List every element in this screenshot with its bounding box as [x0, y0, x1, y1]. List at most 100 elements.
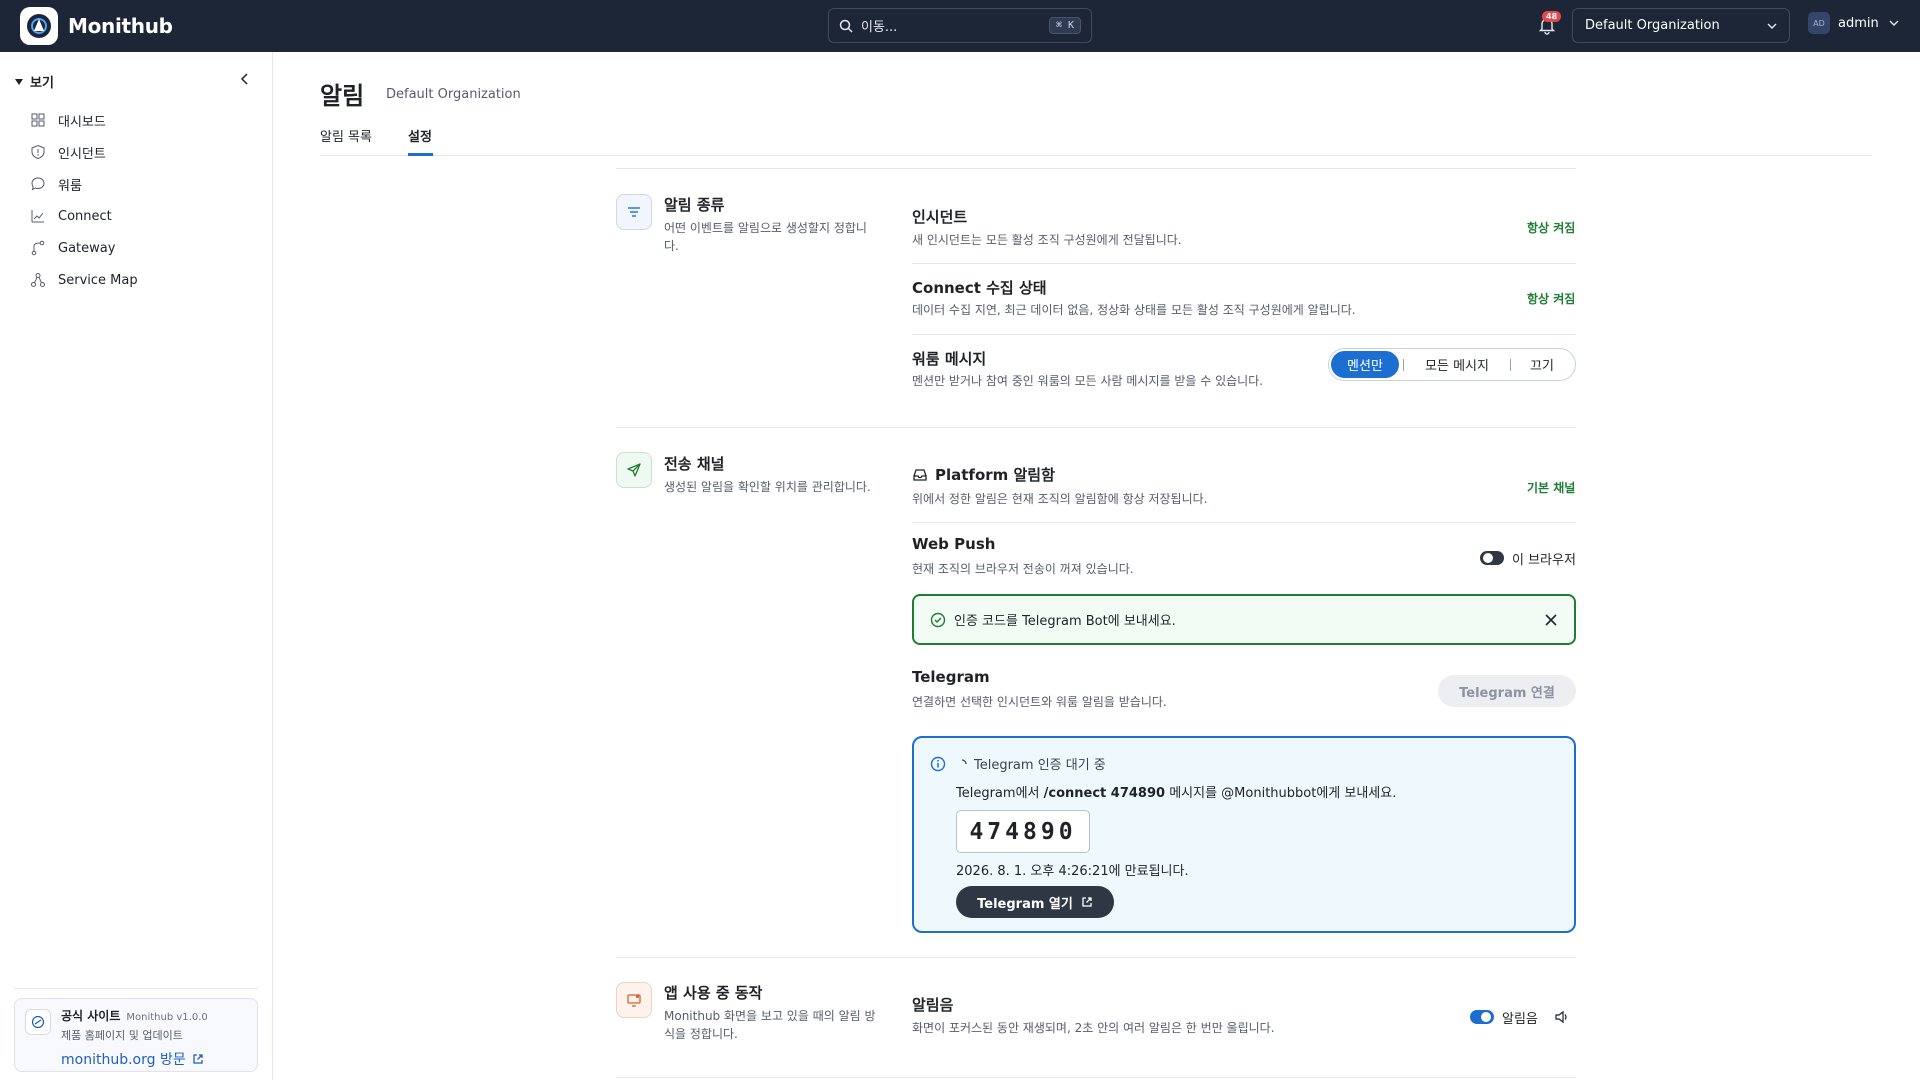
site-icon	[25, 1009, 51, 1035]
warroom-row-title: 워룸 메시지	[912, 350, 987, 368]
pending-instruction: Telegram에서 /connect 474890 메시지를 @Monithu…	[956, 786, 1397, 801]
user-menu[interactable]: AD admin	[1808, 12, 1899, 34]
incident-row-title: 인시던트	[912, 208, 968, 226]
telegram-connect-button[interactable]: Telegram 연결	[1438, 675, 1576, 707]
filter-icon	[616, 194, 652, 230]
tab-alert-list[interactable]: 알림 목록	[320, 126, 372, 145]
sidebar-item-label: Gateway	[58, 240, 116, 256]
connect-row-desc: 데이터 수집 지연, 최근 데이터 없음, 정상화 상태를 모든 활성 조직 구…	[912, 303, 1356, 317]
divider	[14, 988, 258, 989]
sidebar-item-connect[interactable]: Connect	[30, 200, 138, 232]
caret-down-icon	[15, 78, 23, 85]
search-icon	[839, 19, 853, 33]
sound-toggle[interactable]	[1470, 1010, 1494, 1024]
official-site-card[interactable]: 공식 사이트 Monithub v1.0.0 제품 홈페이지 및 업데이트 mon…	[14, 998, 258, 1072]
warroom-mode-selector: 멘션만 모든 메시지 끄기	[1328, 348, 1576, 381]
sidebar-item-warroom[interactable]: 워룸	[30, 168, 138, 200]
footer-title: 공식 사이트	[61, 1009, 121, 1023]
sound-row-desc: 화면이 포커스된 동안 재생되며, 2초 안의 여러 알림은 한 번만 울립니다…	[912, 1021, 1275, 1035]
chevron-down-icon	[1767, 23, 1777, 29]
divider	[616, 957, 1576, 958]
open-telegram-button[interactable]: Telegram 열기	[956, 886, 1114, 918]
page-title: 알림	[320, 82, 365, 110]
footer-version: Monithub v1.0.0	[126, 1012, 208, 1023]
sidebar-item-label: Service Map	[58, 272, 138, 288]
monitor-bell-icon	[616, 982, 652, 1018]
sidebar-item-gateway[interactable]: Gateway	[30, 232, 138, 264]
spinner-icon	[961, 758, 967, 764]
open-telegram-label: Telegram 열기	[977, 896, 1073, 912]
inbox-status: 기본 채널	[1527, 481, 1576, 495]
page-subtitle: Default Organization	[386, 87, 521, 102]
tab-settings[interactable]: 설정	[408, 126, 432, 145]
webpush-toggle[interactable]	[1480, 551, 1504, 565]
connect-row-title: Connect 수집 상태	[912, 279, 1047, 297]
option-off[interactable]: 끄기	[1511, 351, 1573, 378]
app-name: Monithub	[68, 14, 173, 38]
chat-icon	[31, 177, 45, 191]
search-shortcut: ⌘ K	[1048, 17, 1081, 34]
incident-row-desc: 새 인시던트는 모든 활성 조직 구성원에게 전달됩니다.	[912, 233, 1182, 247]
connect-command: /connect 474890	[1043, 786, 1166, 801]
send-icon	[616, 452, 652, 488]
sidebar-item-label: Connect	[58, 208, 112, 224]
service-map-icon	[31, 273, 45, 287]
telegram-pending-box: Telegram 인증 대기 중 Telegram에서 /connect 474…	[912, 736, 1576, 933]
tab-bar: 알림 목록 설정	[320, 124, 1872, 156]
search-placeholder: 이동...	[861, 20, 898, 35]
sidebar-item-label: 대시보드	[58, 114, 106, 130]
sidebar-item-service-map[interactable]: Service Map	[30, 264, 138, 296]
sidebar-item-label: 워룸	[58, 178, 82, 194]
section-title-in-app: 앱 사용 중 동작	[664, 984, 763, 1002]
search-input[interactable]: 이동... ⌘ K	[828, 8, 1092, 43]
close-icon[interactable]	[1544, 613, 1558, 627]
sidebar-nav: 대시보드 인시던트 워룸 Connect Gateway Service Map	[30, 104, 138, 296]
option-all-messages[interactable]: 모든 메시지	[1404, 351, 1510, 378]
section-desc-in-app: Monithub 화면을 보고 있을 때의 알림 방식을 정합니다.	[664, 1009, 876, 1041]
sound-row-title: 알림음	[912, 996, 954, 1014]
telegram-row-title: Telegram	[912, 668, 990, 686]
incident-icon	[31, 144, 45, 160]
webpush-row-desc: 현재 조직의 브라우저 전송이 꺼져 있습니다.	[912, 562, 1134, 576]
gateway-icon	[31, 240, 45, 256]
webpush-toggle-label: 이 브라우저	[1512, 553, 1576, 568]
avatar: AD	[1808, 12, 1830, 34]
connect-icon	[31, 210, 44, 223]
visit-site-link[interactable]: monithub.org 방문	[61, 1049, 247, 1069]
footer-subtitle: 제품 홈페이지 및 업데이트	[61, 1029, 183, 1042]
speaker-icon[interactable]	[1554, 1010, 1570, 1024]
check-circle-icon	[930, 612, 946, 627]
divider	[912, 522, 1576, 523]
visit-site-label: monithub.org 방문	[61, 1052, 186, 1068]
sidebar-item-incidents[interactable]: 인시던트	[30, 136, 138, 168]
sidebar-section-header[interactable]: 보기	[14, 72, 54, 91]
verification-code[interactable]: 474890	[956, 810, 1090, 853]
divider	[912, 334, 1576, 335]
inbox-row-title: Platform 알림함	[935, 466, 1055, 484]
section-title-channels: 전송 채널	[664, 455, 725, 473]
sidebar: 보기 대시보드 인시던트 워룸 Connect Gateway Service …	[0, 52, 273, 1080]
section-desc-channels: 생성된 알림을 확인할 위치를 관리합니다.	[664, 480, 871, 494]
telegram-row-desc: 연결하면 선택한 인시던트와 워룸 알림을 받습니다.	[912, 695, 1167, 709]
success-alert-text: 인증 코드를 Telegram Bot에 보내세요.	[954, 614, 1176, 629]
code-expiry: 2026. 8. 1. 오후 4:26:21에 만료됩니다.	[956, 864, 1189, 879]
user-name: admin	[1838, 15, 1879, 31]
divider	[912, 263, 1576, 264]
inbox-icon	[913, 469, 927, 481]
connect-status: 항상 켜짐	[1527, 292, 1576, 306]
option-mentions-only[interactable]: 멘션만	[1331, 351, 1399, 378]
divider	[616, 427, 1576, 428]
divider	[616, 168, 1576, 169]
sidebar-item-dashboard[interactable]: 대시보드	[30, 104, 138, 136]
pending-status: Telegram 인증 대기 중	[974, 758, 1106, 773]
section-title-types: 알림 종류	[664, 196, 725, 214]
incident-status: 항상 켜짐	[1527, 221, 1576, 235]
success-alert: 인증 코드를 Telegram Bot에 보내세요.	[912, 594, 1576, 645]
inbox-row-desc: 위에서 정한 알림은 현재 조직의 알림함에 항상 저장됩니다.	[912, 492, 1208, 506]
brand[interactable]: Monithub	[20, 7, 173, 45]
org-select[interactable]: Default Organization	[1572, 8, 1790, 43]
dashboard-icon	[31, 113, 45, 127]
collapse-sidebar-icon[interactable]	[238, 72, 252, 86]
notification-count-badge: 48	[1542, 11, 1562, 22]
active-tab-indicator	[408, 153, 433, 156]
